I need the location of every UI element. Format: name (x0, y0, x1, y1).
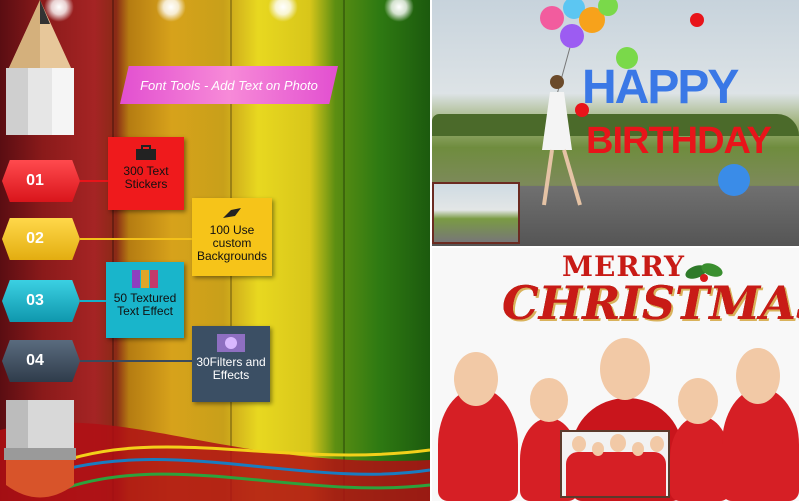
feature-card-filters: 30Filters and Effects (192, 326, 270, 402)
feature-text: 30Filters and Effects (196, 355, 266, 382)
step-number-02: 02 (2, 218, 80, 260)
christmas-text: CHRISTMAS (496, 274, 799, 332)
filter-icon (217, 334, 245, 352)
birthday-thumbnail[interactable] (432, 182, 520, 244)
feature-card-stickers: 300 Text Stickers (108, 137, 184, 210)
briefcase-icon (136, 145, 156, 160)
feature-text: 300 Text Stickers (123, 164, 169, 191)
feature-card-textures: 50 Textured Text Effect (106, 262, 184, 338)
brush-icon (223, 208, 241, 218)
texture-icon (132, 270, 158, 288)
feature-text: 50 Textured Text Effect (113, 291, 177, 318)
feature-card-backgrounds: 100 Use custom Backgrounds (192, 198, 272, 276)
pencil-tip-icon (6, 0, 74, 135)
birthday-text: BIRTHDAY (586, 120, 772, 162)
christmas-photo: MERRY CHRISTMAS (432, 248, 799, 501)
step-number-04: 04 (2, 340, 80, 382)
step-number-01: 01 (2, 160, 80, 202)
banner-title: Font Tools - Add Text on Photo (140, 77, 318, 93)
holly-icon (685, 263, 723, 282)
pencil-eraser-icon (4, 400, 76, 498)
promo-panel: Font Tools - Add Text on Photo 01 300 Te… (0, 0, 430, 501)
feature-text: 100 Use custom Backgrounds (196, 223, 268, 263)
app-title-banner: Font Tools - Add Text on Photo (120, 66, 338, 104)
christmas-thumbnail[interactable] (560, 430, 670, 498)
step-number-03: 03 (2, 280, 80, 322)
happy-text: HAPPY (582, 61, 739, 114)
